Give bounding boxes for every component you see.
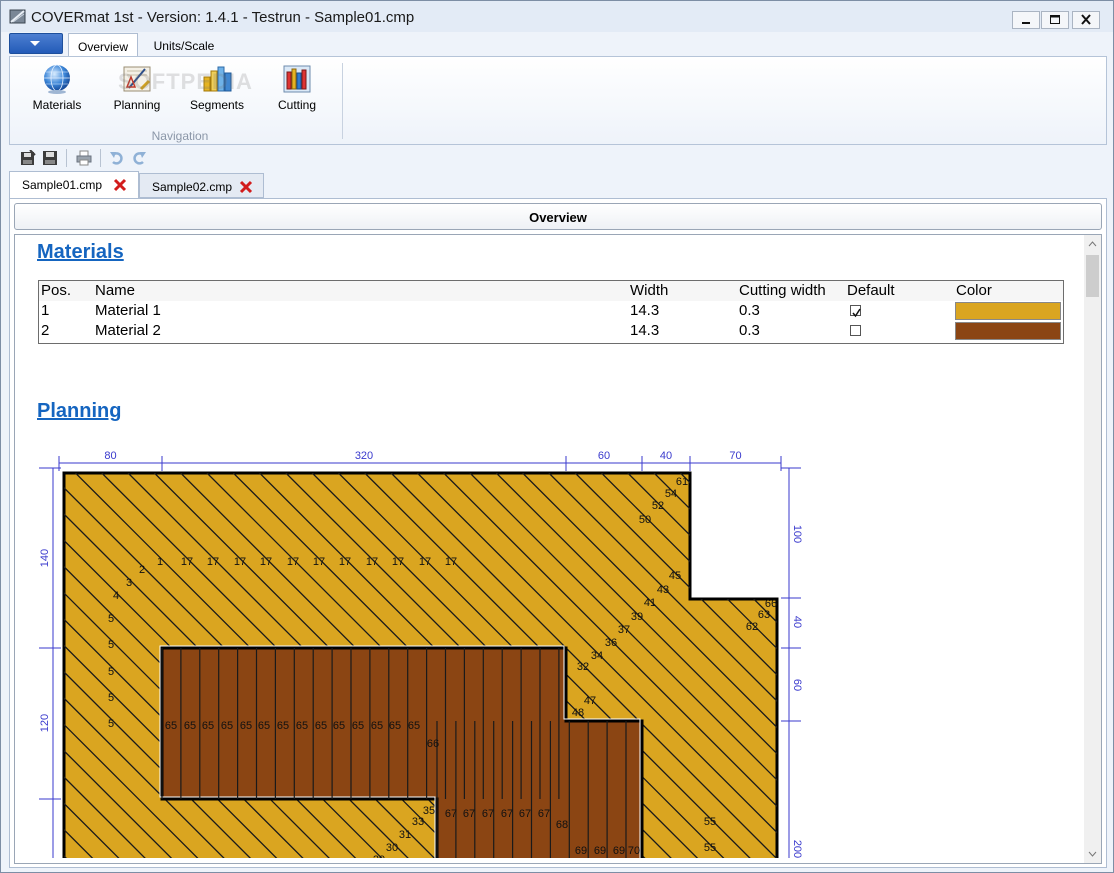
segment-number: 67 — [463, 808, 475, 820]
segment-number: 1 — [157, 556, 163, 568]
top-dimension-label: 320 — [355, 450, 373, 462]
hatch-line — [1049, 473, 1113, 872]
hatch-line — [917, 473, 1113, 872]
segment-number: 67 — [501, 808, 513, 820]
segment-number: 17 — [445, 556, 457, 568]
segment-number: 67 — [519, 808, 531, 820]
segment-number: 65 — [165, 720, 177, 732]
segment-number: 65 — [315, 720, 327, 732]
planning-drawing: 80 320 60 40 701401201004060200 615452501 17 1… — [39, 450, 1114, 872]
hatch-line — [732, 473, 777, 858]
segment-number: 17 — [260, 556, 272, 568]
top-dimension-label: 70 — [729, 450, 741, 462]
segment-number: 41 — [644, 597, 656, 609]
segment-number: 65 — [202, 720, 214, 732]
segment-number: 69 — [613, 845, 625, 857]
segment-number: 17 — [392, 556, 404, 568]
segment-number: 65 — [221, 720, 233, 732]
right-dimension-label: 60 — [791, 679, 803, 691]
segment-number: 65 — [184, 720, 196, 732]
hatch-line — [996, 473, 1113, 872]
hatch-line — [786, 473, 1113, 872]
segment-number: 17 — [181, 556, 193, 568]
top-dimension-label: 40 — [660, 450, 672, 462]
segment-number: 17 — [339, 556, 351, 568]
segment-number: 67 — [445, 808, 457, 820]
segment-number: 48 — [572, 707, 584, 719]
right-dimension-label: 40 — [791, 616, 803, 628]
segment-number: 5 — [108, 639, 114, 651]
segment-number: 5 — [108, 666, 114, 678]
hatch-line — [812, 473, 1113, 872]
segment-number: 65 — [258, 720, 270, 732]
segment-number: 29 — [373, 854, 385, 866]
segment-number: 3 — [126, 577, 132, 589]
segment-number: 36 — [605, 637, 617, 649]
segment-number: 52 — [652, 500, 664, 512]
segment-number: 55 — [704, 842, 716, 854]
hatch-line — [838, 473, 1113, 872]
right-dimension-label: 200 — [791, 840, 803, 858]
segment-number: 65 — [371, 720, 383, 732]
segment-number: 62 — [746, 621, 758, 633]
segment-number: 50 — [639, 514, 651, 526]
segment-number: 31 — [399, 829, 411, 841]
segment-number: 43 — [657, 584, 669, 596]
hatch-line — [1101, 473, 1113, 872]
segment-number: 55 — [704, 816, 716, 828]
segment-number: 66 — [427, 738, 439, 750]
left-dimension-label: 120 — [39, 714, 51, 732]
right-dimension-label: 100 — [791, 525, 803, 543]
segment-number: 70 — [628, 845, 640, 857]
segment-number: 65 — [389, 720, 401, 732]
hatch-line — [970, 473, 1113, 872]
segment-number: 33 — [412, 816, 424, 828]
hatch-line — [865, 473, 1114, 872]
segment-number: 69 — [575, 845, 587, 857]
top-dimension-label: 80 — [104, 450, 116, 462]
segment-number: 67 — [482, 808, 494, 820]
segment-number: 34 — [591, 650, 603, 662]
segment-number: 30 — [386, 842, 398, 854]
segment-number: 4 — [113, 590, 119, 602]
segment-number: 65 — [277, 720, 289, 732]
segment-number: 37 — [618, 624, 630, 636]
hatch-line — [1075, 473, 1113, 872]
left-dimension-label: 140 — [39, 549, 51, 567]
segment-number: 17 — [287, 556, 299, 568]
segment-number: 68 — [556, 819, 568, 831]
segment-number: 5 — [108, 718, 114, 730]
segment-number: 17 — [207, 556, 219, 568]
segment-number: 65 — [352, 720, 364, 732]
segment-number: 54 — [665, 488, 677, 500]
segment-number: 65 — [333, 720, 345, 732]
hatch-line — [758, 473, 777, 858]
segment-number: 17 — [313, 556, 325, 568]
segment-number: 2 — [139, 564, 145, 576]
segment-number: 61 — [676, 476, 688, 488]
segment-number: 69 — [594, 845, 606, 857]
plan-canvas: 80 320 60 40 701401201004060200 615452501 17 1… — [39, 450, 1114, 872]
segment-number: 63 — [758, 609, 770, 621]
segment-number: 39 — [631, 611, 643, 623]
hatch-line — [1022, 473, 1113, 872]
segment-number: 65 — [296, 720, 308, 732]
segment-number: 17 — [366, 556, 378, 568]
segment-number: 32 — [577, 661, 589, 673]
segment-number: 65 — [408, 720, 420, 732]
hatch-line — [943, 473, 1113, 872]
segment-number: 17 — [234, 556, 246, 568]
segment-number: 17 — [419, 556, 431, 568]
hatch-line — [891, 473, 1113, 872]
segment-number: 5 — [108, 613, 114, 625]
top-dimension-label: 60 — [598, 450, 610, 462]
app-window: COVERmat 1st - Version: 1.4.1 - Testrun … — [0, 0, 1114, 873]
segment-number: 5 — [108, 692, 114, 704]
segment-number: 35 — [423, 805, 435, 817]
segment-number: 65 — [240, 720, 252, 732]
segment-number: 45 — [669, 570, 681, 582]
segment-number: 47 — [584, 695, 596, 707]
segment-number: 67 — [538, 808, 550, 820]
